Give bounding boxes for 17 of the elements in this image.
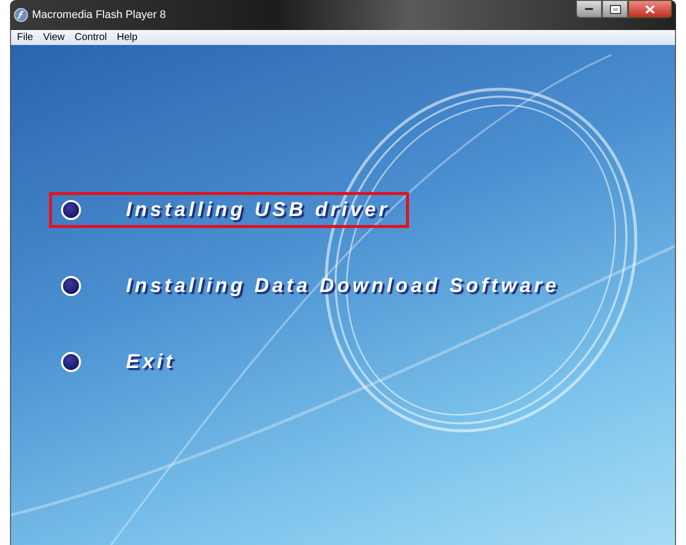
maximize-button[interactable] (602, 0, 628, 18)
menu-option[interactable]: Installing USB driver (49, 192, 409, 228)
flash-logo-icon (14, 8, 28, 22)
window-title: Macromedia Flash Player 8 (32, 8, 166, 23)
bullet-icon (61, 352, 81, 372)
bullet-icon (61, 276, 81, 296)
menu-item[interactable]: Help (116, 32, 138, 42)
bullet-icon (61, 200, 81, 220)
option-label: Installing Data Download Software (126, 274, 560, 299)
menu-item[interactable]: File (17, 32, 34, 42)
option-label: Installing USB driver (126, 198, 390, 223)
menu-item[interactable]: Control (74, 32, 107, 42)
option-label: Exit (126, 350, 176, 375)
close-button[interactable] (628, 0, 672, 18)
minimize-button[interactable] (576, 0, 602, 18)
menu-item[interactable]: View (43, 32, 65, 42)
close-icon (645, 4, 655, 14)
